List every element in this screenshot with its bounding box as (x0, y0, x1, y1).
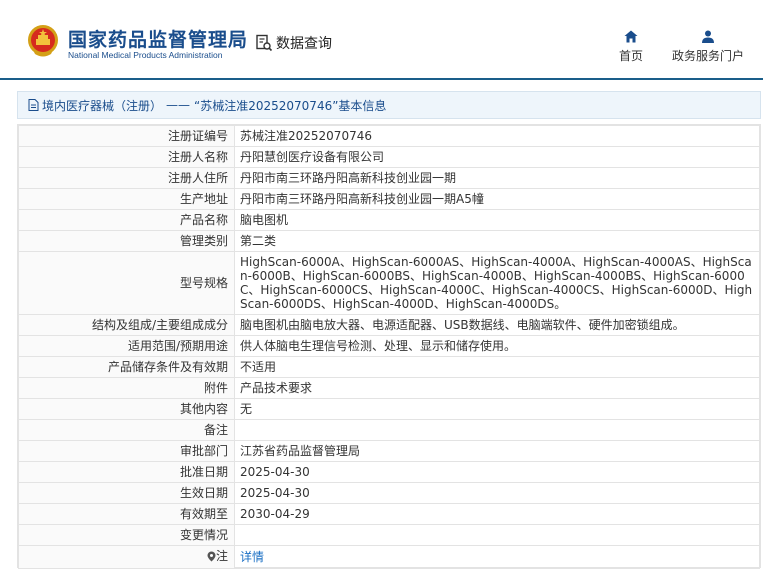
field-value: 江苏省药品监督管理局 (234, 440, 760, 462)
field-value: 苏械注准20252070746 (234, 125, 760, 147)
table-row: 生产地址 丹阳市南三环路丹阳高新科技创业园一期A5幢 (18, 188, 760, 210)
field-label: 有效期至 (18, 503, 235, 525)
site-name-en: National Medical Products Administration (68, 50, 223, 60)
field-label: 生产地址 (18, 188, 235, 210)
breadcrumb-separator: —— (166, 98, 191, 112)
table-row: 产品名称 脑电图机 (18, 209, 760, 231)
detail-table: 注册证编号 苏械注准20252070746 注册人名称 丹阳慧创医疗设备有限公司… (17, 124, 761, 569)
document-icon (28, 99, 39, 111)
table-row: 批准日期 2025-04-30 (18, 461, 760, 483)
table-row: 注册证编号 苏械注准20252070746 (18, 125, 760, 147)
note-label: 注 (215, 549, 228, 563)
query-document-icon (256, 34, 273, 52)
details-link[interactable]: 详情 (240, 550, 264, 564)
field-value: 丹阳市南三环路丹阳高新科技创业园一期A5幢 (234, 188, 760, 210)
field-label: 型号规格 (18, 251, 235, 315)
breadcrumb-title: “苏械注准20252070746”基本信息 (194, 98, 387, 113)
field-value (234, 524, 760, 546)
table-row: 注册人名称 丹阳慧创医疗设备有限公司 (18, 146, 760, 168)
field-label: 产品储存条件及有效期 (18, 356, 235, 378)
info-icon (207, 551, 216, 561)
field-label: 产品名称 (18, 209, 235, 231)
note-label-cell: 注 (18, 545, 235, 569)
field-value: 供人体脑电生理信号检测、处理、显示和储存使用。 (234, 335, 760, 357)
table-row: 有效期至 2030-04-29 (18, 503, 760, 525)
table-row: 产品储存条件及有效期 不适用 (18, 356, 760, 378)
nav-home-label: 首页 (618, 49, 643, 63)
field-label: 结构及组成/主要组成成分 (18, 314, 235, 336)
field-label: 注册人住所 (18, 167, 235, 189)
field-value: 丹阳慧创医疗设备有限公司 (234, 146, 760, 168)
note-value: 详情 (234, 545, 760, 569)
table-row: 型号规格 HighScan-6000A、HighScan-6000AS、High… (18, 251, 760, 315)
field-label: 备注 (18, 419, 235, 441)
table-row: 生效日期 2025-04-30 (18, 482, 760, 504)
field-value: 脑电图机由脑电放大器、电源适配器、USB数据线、电脑端软件、硬件加密锁组成。 (234, 314, 760, 336)
table-row: 备注 (18, 419, 760, 441)
field-value: HighScan-6000A、HighScan-6000AS、HighScan-… (234, 251, 760, 315)
breadcrumb: 境内医疗器械（注册） —— “苏械注准20252070746”基本信息 (17, 91, 761, 119)
table-row: 适用范围/预期用途 供人体脑电生理信号检测、处理、显示和储存使用。 (18, 335, 760, 357)
nav-home[interactable]: 首页 (618, 30, 644, 64)
table-row: 变更情况 (18, 524, 760, 546)
site-name[interactable]: 国家药品监督管理局 (68, 25, 248, 52)
field-label: 批准日期 (18, 461, 235, 483)
field-value: 无 (234, 398, 760, 420)
field-label: 变更情况 (18, 524, 235, 546)
user-icon (702, 30, 714, 43)
table-row: 审批部门 江苏省药品监督管理局 (18, 440, 760, 462)
field-value: 第二类 (234, 230, 760, 252)
field-label: 注册人名称 (18, 146, 235, 168)
field-label: 注册证编号 (18, 125, 235, 147)
table-row: 注 详情 (18, 545, 760, 569)
table-row: 附件 产品技术要求 (18, 377, 760, 399)
table-row: 注册人住所 丹阳市南三环路丹阳高新科技创业园一期 (18, 167, 760, 189)
field-value (234, 419, 760, 441)
home-icon (624, 30, 638, 43)
field-value: 脑电图机 (234, 209, 760, 231)
data-query-link[interactable]: 数据查询 (255, 33, 332, 53)
field-label: 其他内容 (18, 398, 235, 420)
field-label: 管理类别 (18, 230, 235, 252)
field-label: 生效日期 (18, 482, 235, 504)
field-value: 2030-04-29 (234, 503, 760, 525)
field-label: 审批部门 (18, 440, 235, 462)
field-label: 适用范围/预期用途 (18, 335, 235, 357)
field-value: 2025-04-30 (234, 482, 760, 504)
data-query-label: 数据查询 (276, 36, 332, 52)
field-value: 产品技术要求 (234, 377, 760, 399)
breadcrumb-category[interactable]: 境内医疗器械（注册） (42, 97, 162, 114)
table-row: 结构及组成/主要组成成分 脑电图机由脑电放大器、电源适配器、USB数据线、电脑端… (18, 314, 760, 336)
field-value: 不适用 (234, 356, 760, 378)
nav-service-portal[interactable]: 政务服务门户 (670, 30, 746, 64)
field-value: 丹阳市南三环路丹阳高新科技创业园一期 (234, 167, 760, 189)
field-value: 2025-04-30 (234, 461, 760, 483)
table-row: 其他内容 无 (18, 398, 760, 420)
national-emblem-icon (28, 25, 58, 57)
site-header: 国家药品监督管理局 National Medical Products Admi… (0, 0, 763, 80)
nav-service-label: 政务服务门户 (671, 49, 744, 63)
table-row: 管理类别 第二类 (18, 230, 760, 252)
field-label: 附件 (18, 377, 235, 399)
